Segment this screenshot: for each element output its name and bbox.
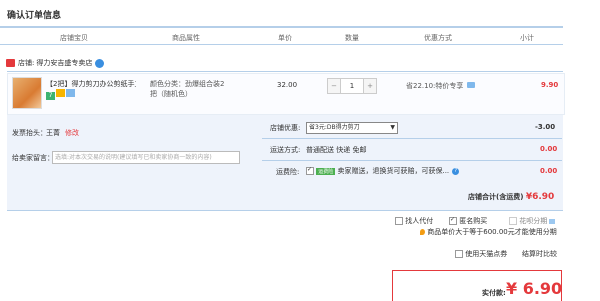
installment-tip: 商品单价大于等于600.00元才能使用分期 [420, 227, 557, 237]
chat-icon[interactable] [95, 58, 105, 68]
invoice-edit-link[interactable]: 修改 [65, 128, 79, 138]
installment-option[interactable]: 花呗分期 [509, 216, 556, 226]
store-header: 店铺: 得力安吉盛专卖店 [6, 58, 105, 68]
quantity-stepper: − 1 + [327, 78, 377, 94]
location-pin-icon [420, 229, 425, 235]
col-quantity: 数量 [345, 34, 359, 42]
insurance-amount: 0.00 [540, 167, 558, 175]
proxy-pay-checkbox[interactable] [395, 217, 403, 225]
order-table-header: 店铺宝贝 商品属性 单价 数量 优惠方式 小计 [0, 26, 563, 46]
store-total-amount: ¥6.90 [525, 192, 555, 202]
shipping-method: 普通配送 快递 免邮 [306, 146, 367, 154]
col-attributes: 商品属性 [172, 34, 200, 42]
installment-label: 花呗分期 [519, 217, 548, 225]
promo-label: 省22.10:特价专享 [406, 82, 464, 90]
memo-label: 给卖家留言： [12, 154, 54, 162]
insurance-text: 卖家赠送，退换货可获赔，可获保... [337, 167, 450, 175]
quantity-increase-button[interactable]: + [363, 79, 376, 93]
quantity-input[interactable]: 1 [340, 79, 364, 93]
help-icon[interactable]: ? [452, 167, 460, 175]
insurance-label: 运费险: [276, 168, 300, 176]
coupon-label: 店铺优惠: [270, 124, 301, 132]
item-subtotal: 9.90 [541, 81, 559, 89]
insurance-checkbox[interactable] [306, 166, 314, 175]
info-icon [549, 218, 556, 224]
promo-text: 省22.10:特价专享 [406, 81, 476, 91]
coupon-select[interactable]: 省3元:DB得力剪刀 ▼ [306, 122, 398, 134]
final-payment-amount: ¥ 6.90 [506, 279, 563, 298]
shipping-amount: 0.00 [540, 145, 558, 153]
card-icon [66, 89, 75, 97]
product-name-link[interactable]: 【2把】得力剪刀办公剪纸手工... [46, 79, 136, 89]
chevron-down-icon: ▼ [390, 124, 395, 131]
shipping-label: 运送方式: [270, 146, 301, 154]
seven-day-return-icon: 7 [46, 92, 55, 100]
invoice-label: 发票抬头： [12, 129, 47, 137]
store-total-label: 店铺合计(含运费) [468, 193, 524, 201]
col-discount: 优惠方式 [424, 34, 452, 42]
page-title: 确认订单信息 [7, 11, 62, 21]
product-attributes: 颜色分类：劲爆组合装2把（随机色） [150, 80, 225, 98]
tmall-points-checkbox[interactable] [455, 250, 463, 258]
invoice-value: 王菁 [46, 129, 60, 137]
proxy-pay-option[interactable]: 找人代付 [395, 216, 433, 226]
store-name-link[interactable]: 得力安吉盛专卖店 [36, 59, 92, 67]
insurance-badge: 运费险 [316, 167, 336, 175]
store-total: 店铺合计(含运费) ¥6.90 [468, 192, 554, 202]
anonymous-option[interactable]: 匿名购买 [449, 216, 487, 226]
store-label: 店铺: [18, 59, 35, 67]
header-divider [0, 44, 563, 45]
unit-price: 32.00 [277, 81, 298, 89]
shop-icon [6, 59, 15, 67]
coupon-selected-value: 省3元:DB得力剪刀 [309, 124, 360, 131]
tmall-points-label: 使用天猫点券 [465, 250, 508, 258]
col-subtotal: 小计 [520, 34, 534, 42]
seller-memo-input[interactable]: 选填:对本次交易的说明(建议填写已和卖家协商一致的内容) [52, 151, 240, 164]
final-payment-label: 实付款: [482, 289, 506, 297]
shipping-divider [262, 160, 562, 161]
installment-checkbox[interactable] [509, 217, 517, 225]
guarantee-icon [56, 89, 65, 97]
anonymous-checkbox[interactable] [449, 216, 457, 225]
store-divider [7, 71, 563, 72]
anonymous-label: 匿名购买 [459, 217, 488, 225]
comment-icon[interactable] [467, 82, 476, 88]
product-thumbnail[interactable] [12, 77, 42, 109]
proxy-pay-label: 找人代付 [405, 217, 434, 225]
col-price: 单价 [278, 34, 292, 42]
tmall-points-option[interactable]: 使用天猫点券 [455, 249, 507, 259]
col-store-item: 店铺宝贝 [60, 34, 88, 42]
installment-tip-text: 商品单价大于等于600.00元才能使用分期 [427, 228, 557, 236]
insurance-row: 运费险 卖家赠送，退换货可获赔，可获保...? [306, 166, 460, 176]
panel-divider [7, 210, 563, 211]
coupon-divider [262, 138, 562, 139]
coupon-amount: -3.00 [535, 123, 556, 131]
product-badges: 7 [46, 89, 76, 100]
settle-compare-text: 结算时比较 [522, 250, 557, 258]
